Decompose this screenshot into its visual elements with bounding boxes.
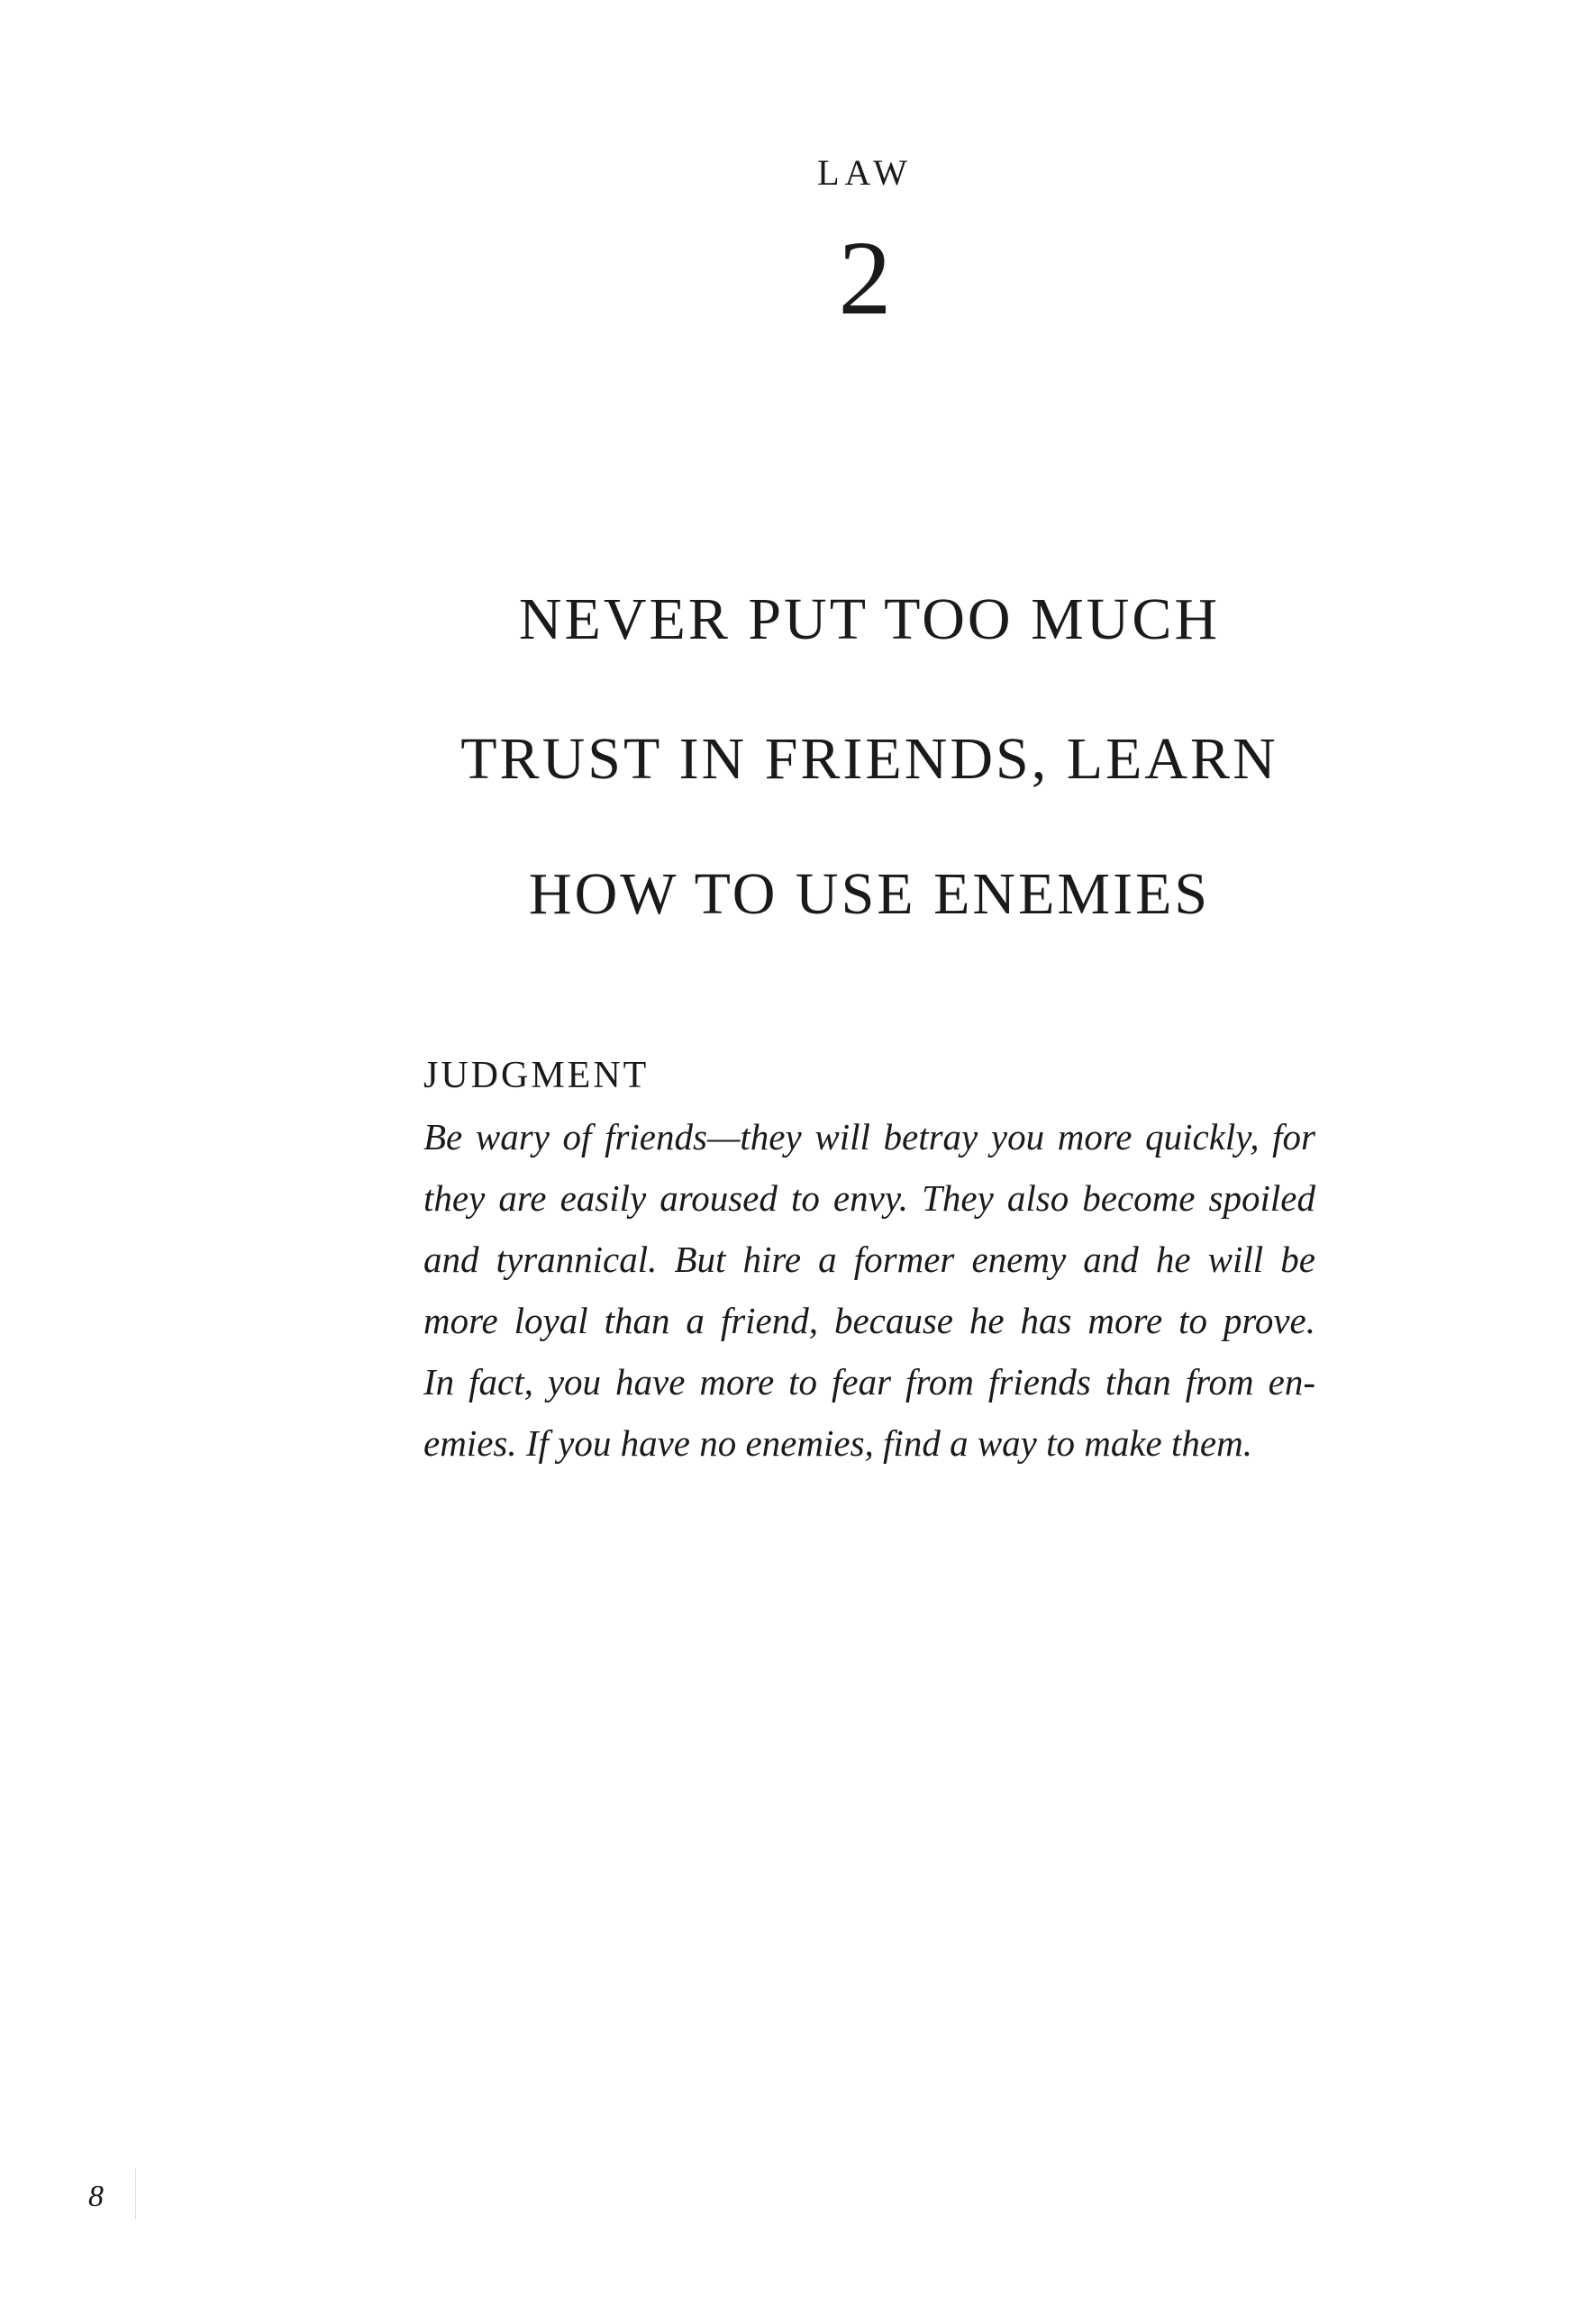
- judgment-paragraph: Be wary of friends—they will betray you …: [423, 1106, 1315, 1474]
- judgment-line: emies. If you have no enemies, find a wa…: [423, 1422, 1252, 1464]
- judgment-line: more loyal than a friend, because he has…: [423, 1300, 1315, 1341]
- law-number: 2: [838, 219, 892, 337]
- judgment-line: and tyrannical. But hire a former enemy …: [423, 1239, 1315, 1280]
- judgment-line: they are easily aroused to envy. They al…: [423, 1177, 1315, 1219]
- book-page: LAW 2 NEVER PUT TOO MUCH TRUST IN FRIEND…: [0, 0, 1592, 2324]
- law-title-line-1: NEVER PUT TOO MUCH: [518, 586, 1221, 652]
- page-number: 8: [88, 2180, 104, 2213]
- margin-rule: [135, 2169, 136, 2219]
- judgment-line: Be wary of friends—they will betray you …: [423, 1116, 1315, 1157]
- judgment-line: In fact, you have more to fear from frie…: [423, 1361, 1315, 1403]
- law-label: LAW: [817, 152, 913, 193]
- law-title-line-3: HOW TO USE ENEMIES: [528, 861, 1211, 927]
- law-title-line-2: TRUST IN FRIENDS, LEARN: [460, 726, 1278, 792]
- judgment-heading: JUDGMENT: [423, 1055, 650, 1096]
